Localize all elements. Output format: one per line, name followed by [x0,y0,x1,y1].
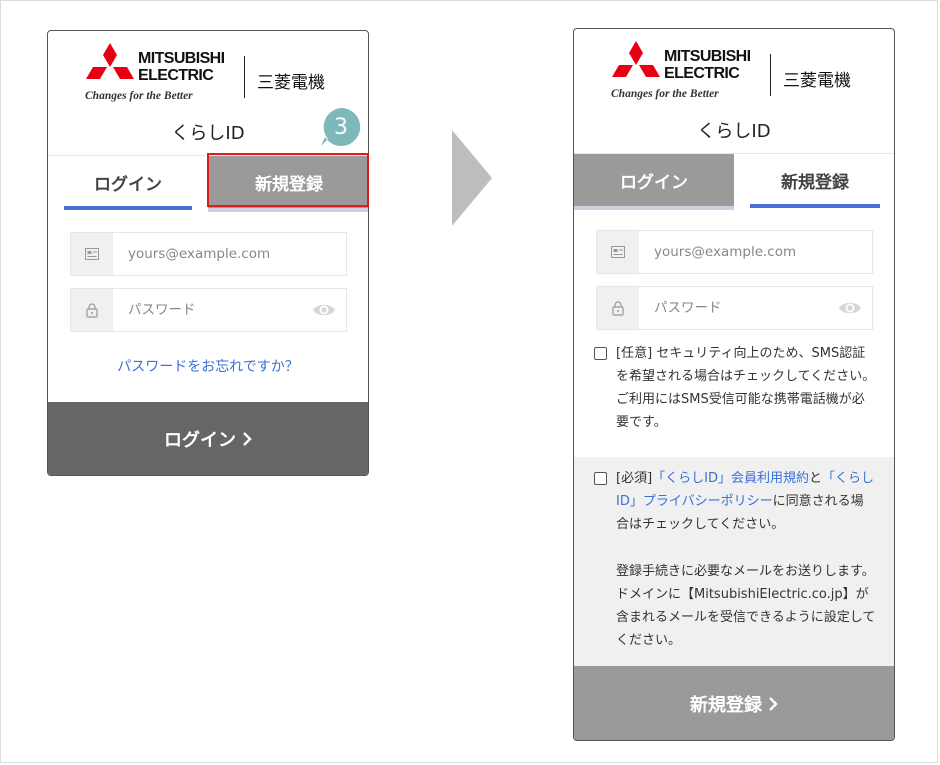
register-submit-label: 新規登録 [690,695,762,716]
inactive-tab-indicator [208,208,368,212]
register-submit-button[interactable]: 新規登録 [574,666,894,740]
password-placeholder: パスワード [128,302,196,318]
logo-divider [244,56,245,98]
tab-register[interactable]: 新規登録 [734,154,894,208]
lock-icon [597,287,639,329]
auth-tabs: ログイン 新規登録 [574,153,894,210]
email-card-icon [597,231,639,273]
brand-tagline: Changes for the Better [611,88,719,100]
login-card: MITSUBISHI ELECTRIC Changes for the Bett… [47,30,369,476]
terms-section: [必須]「くらしID」会員利用規約と「くらしID」プライバシーポリシーに同意され… [574,457,894,666]
login-submit-button[interactable]: ログイン [48,402,368,475]
terms-required-tag: [必須] [616,471,653,486]
inactive-tab-indicator [574,206,734,210]
terms-consent-text: [必須]「くらしID」会員利用規約と「くらしID」プライバシーポリシーに同意され… [616,467,876,536]
active-tab-indicator [64,206,192,210]
email-card-icon [71,233,113,275]
brand-name-jp: 三菱電機 [783,71,851,91]
mitsubishi-logo-icon [612,41,660,77]
brand-name-line2: ELECTRIC [138,67,214,84]
password-field[interactable]: パスワード [70,288,347,332]
terms-of-use-link[interactable]: 「くらしID」会員利用規約 [652,471,809,486]
login-submit-label: ログイン [164,430,236,451]
brand-header: MITSUBISHI ELECTRIC Changes for the Bett… [48,31,368,113]
tab-login-label: ログイン [620,172,688,193]
brand-tagline: Changes for the Better [85,90,193,102]
tab-register-label: 新規登録 [781,172,849,193]
tab-login[interactable]: ログイン [574,154,734,210]
chevron-right-icon [243,432,252,446]
email-domain-notice: 登録手続きに必要なメールをお送りします。ドメインに【MitsubishiElec… [594,560,876,652]
brand-name-jp: 三菱電機 [257,73,325,93]
terms-consent-checkbox[interactable] [594,472,607,485]
brand-header: MITSUBISHI ELECTRIC Changes for the Bett… [574,29,894,111]
forgot-password-link[interactable]: パスワードをお忘れですか？ [48,356,368,376]
eye-icon[interactable] [312,301,336,319]
sms-consent-checkbox[interactable] [594,347,607,360]
mitsubishi-logo-icon [86,43,134,79]
sms-consent-description: セキュリティ向上のため、SMS認証を希望される場合はチェックしてください。ご利用… [616,346,876,430]
sms-optional-tag: [任意] [616,346,653,361]
step-badge-number: 3 [334,114,348,140]
brand-name-line1: MITSUBISHI [138,50,225,67]
active-tab-indicator [750,204,880,208]
email-field[interactable]: yours@example.com [70,232,347,276]
tab-login-label: ログイン [94,174,162,195]
sms-consent-option: [任意] セキュリティ向上のため、SMS認証を希望される場合はチェックしてくださ… [594,342,876,434]
register-tab-highlight [207,153,369,207]
tab-login[interactable]: ログイン [48,156,208,210]
password-field[interactable]: パスワード [596,286,873,330]
chevron-right-icon [769,697,778,711]
lock-icon [71,289,113,331]
email-domain-notice-text: 登録手続きに必要なメールをお送りします。ドメインに【MitsubishiElec… [616,564,876,648]
register-card: MITSUBISHI ELECTRIC Changes for the Bett… [573,28,895,741]
brand-name-line1: MITSUBISHI [664,48,751,65]
arrow-right-icon [452,130,492,226]
email-placeholder: yours@example.com [128,246,271,262]
logo-divider [770,54,771,96]
password-placeholder: パスワード [654,300,722,316]
terms-consent-option: [必須]「くらしID」会員利用規約と「くらしID」プライバシーポリシーに同意され… [594,467,876,536]
sms-consent-text: [任意] セキュリティ向上のため、SMS認証を希望される場合はチェックしてくださ… [616,342,876,434]
terms-and-text: と [809,471,823,486]
email-placeholder: yours@example.com [654,244,797,260]
service-name: くらしID [697,121,771,142]
eye-icon[interactable] [838,299,862,317]
brand-name-line2: ELECTRIC [664,65,740,82]
email-field[interactable]: yours@example.com [596,230,873,274]
